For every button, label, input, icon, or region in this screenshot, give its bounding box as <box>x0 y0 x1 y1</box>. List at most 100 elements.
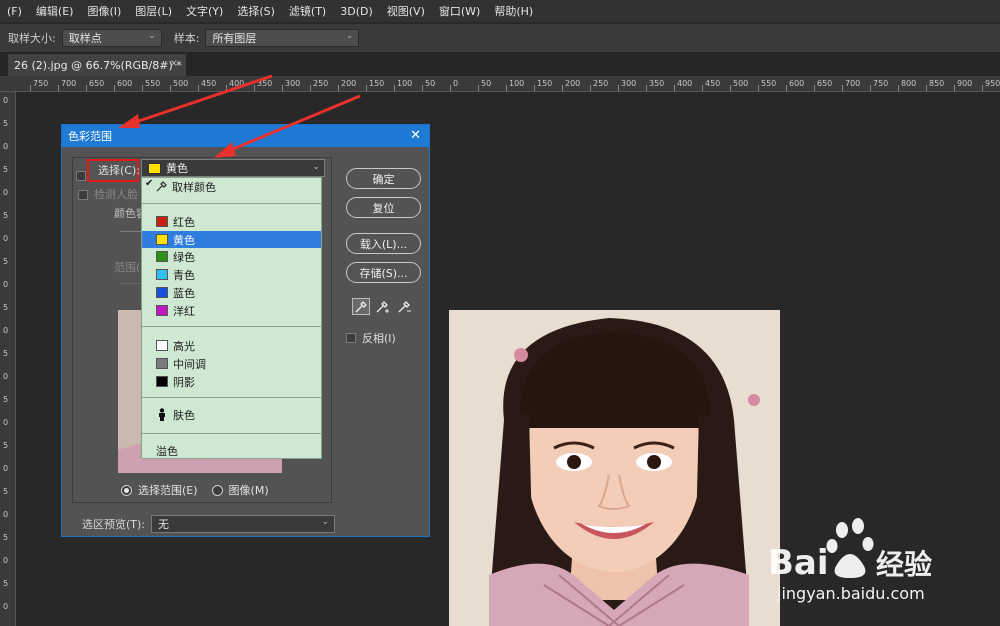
chevron-down-icon: ⌄ <box>345 31 354 41</box>
menu-item-midtones[interactable]: 中间调 <box>142 355 321 372</box>
detect-faces-checkbox[interactable]: 检测人脸 <box>78 186 138 202</box>
ruler-tick-label: 5 <box>3 349 9 358</box>
menu-item-reds[interactable]: 红色 <box>142 213 321 230</box>
ruler-tick-label: 750 <box>873 79 889 88</box>
menu-item[interactable]: 窗口(W) <box>432 3 487 19</box>
ruler-tick-label: 600 <box>117 79 133 88</box>
ruler-tick-label: 0 <box>3 188 9 197</box>
menu-item-magentas[interactable]: 洋红 <box>142 302 321 319</box>
ruler-tick <box>674 85 675 91</box>
ruler-tick <box>590 85 591 91</box>
ruler-tick-label: 5 <box>3 487 9 496</box>
sample-dropdown[interactable]: 所有图层 ⌄ <box>205 29 360 47</box>
select-dropdown[interactable]: 黄色 ⌄ <box>141 159 325 177</box>
ruler-tick-label: 250 <box>593 79 609 88</box>
image-radio-label: 图像(M) <box>228 484 269 497</box>
menu-item-greens[interactable]: 绿色 <box>142 248 321 265</box>
document-photo <box>449 310 780 626</box>
ruler-tick-label: 5 <box>3 395 9 404</box>
ruler-tick-label: 500 <box>173 79 189 88</box>
document-tab-title: 26 (2).jpg @ 66.7%(RGB/8#) * <box>14 58 182 72</box>
highlight-swatch <box>156 340 168 351</box>
menu-item-label: 洋红 <box>173 304 195 318</box>
ruler-tick <box>478 85 479 91</box>
yellow-swatch <box>156 234 168 245</box>
selection-radio[interactable] <box>121 484 132 496</box>
selection-preview-label: 选区预览(T): <box>82 518 146 531</box>
ruler-tick-label: 650 <box>817 79 833 88</box>
menu-item[interactable]: 选择(S) <box>230 3 282 19</box>
menu-item-label: 高光 <box>173 339 195 353</box>
image-radio[interactable] <box>211 484 223 496</box>
portrait-image <box>449 310 780 626</box>
ruler-tick-label: 200 <box>341 79 357 88</box>
menu-item[interactable]: 帮助(H) <box>487 3 540 19</box>
save-button[interactable]: 存储(S)... <box>346 262 421 283</box>
menu-item-shadows[interactable]: 阴影 <box>142 373 321 390</box>
ruler-tick <box>506 85 507 91</box>
ruler-tick-label: 50 <box>425 79 436 88</box>
sample-label: 样本: <box>173 32 200 45</box>
close-tab-icon[interactable]: × <box>170 58 178 69</box>
ruler-tick <box>86 85 87 91</box>
person-icon <box>159 408 165 421</box>
menu-item-highlights[interactable]: 高光 <box>142 337 321 354</box>
eyedropper-icon <box>156 181 167 192</box>
ruler-tick-label: 850 <box>929 79 945 88</box>
menu-item[interactable]: 图像(I) <box>80 3 128 19</box>
menu-item-label: 青色 <box>173 268 195 282</box>
ruler-tick <box>870 85 871 91</box>
ruler-tick-label: 100 <box>397 79 413 88</box>
green-swatch <box>156 251 168 262</box>
ruler-tick <box>842 85 843 91</box>
close-icon[interactable]: ✕ <box>410 128 421 143</box>
red-swatch <box>156 216 168 227</box>
fuzziness-slider[interactable] <box>120 231 142 232</box>
document-tab[interactable]: 26 (2).jpg @ 66.7%(RGB/8#) * × <box>8 54 186 76</box>
menu-item-cyans[interactable]: 青色 <box>142 266 321 283</box>
ruler-tick <box>254 85 255 91</box>
range-slider[interactable] <box>120 283 142 284</box>
ruler-tick <box>310 85 311 91</box>
invert-checkbox[interactable]: 反相(I) <box>346 330 396 346</box>
menu-item[interactable]: (F) <box>0 5 29 18</box>
ruler-tick <box>282 85 283 91</box>
ruler-tick-label: 0 <box>3 234 9 243</box>
eyedropper-icon[interactable] <box>352 298 370 315</box>
document-tab-strip: 26 (2).jpg @ 66.7%(RGB/8#) * × <box>0 52 1000 76</box>
menu-item-sampled-colors[interactable]: ✔ 取样颜色 <box>142 178 321 195</box>
ruler-tick-label: 0 <box>453 79 459 88</box>
dialog-title-bar[interactable]: 色彩范围 ✕ <box>62 125 429 147</box>
menu-item-label: 蓝色 <box>173 286 195 300</box>
blue-swatch <box>156 287 168 298</box>
reset-button[interactable]: 复位 <box>346 197 421 218</box>
ruler-tick <box>982 85 983 91</box>
menu-item-out-of-gamut[interactable]: 溢色 <box>142 442 321 459</box>
menu-item[interactable]: 文字(Y) <box>179 3 230 19</box>
color-select-menu: ✔ 取样颜色 红色 黄色 绿色 青色 蓝色 洋红 高光 中间调 阴影 肤色 溢色 <box>141 177 322 459</box>
menu-item[interactable]: 3D(D) <box>333 5 380 18</box>
checkmark-icon: ✔ <box>145 178 154 189</box>
eyedropper-subtract-icon[interactable] <box>396 298 414 315</box>
ruler-tick-label: 5 <box>3 441 9 450</box>
sample-size-dropdown[interactable]: 取样点 ⌄ <box>61 29 162 47</box>
ruler-tick-label: 350 <box>649 79 665 88</box>
ok-button[interactable]: 确定 <box>346 168 421 189</box>
cyan-swatch <box>156 269 168 280</box>
menu-item-skin-tones[interactable]: 肤色 <box>142 406 321 423</box>
selection-preview-dropdown[interactable]: 无 ⌄ <box>151 515 336 533</box>
menu-item-yellows[interactable]: 黄色 <box>142 231 321 248</box>
watermark-url: jingyan.baidu.com <box>777 584 925 603</box>
eyedropper-add-icon[interactable] <box>374 298 392 315</box>
ruler-tick-label: 500 <box>733 79 749 88</box>
menu-item[interactable]: 滤镜(T) <box>282 3 333 19</box>
ruler-tick <box>954 85 955 91</box>
ruler-tick-label: 200 <box>565 79 581 88</box>
menu-item[interactable]: 图层(L) <box>128 3 179 19</box>
menu-item-blues[interactable]: 蓝色 <box>142 284 321 301</box>
watermark-brand: Bai <box>768 543 829 583</box>
menu-item[interactable]: 编辑(E) <box>29 3 81 19</box>
load-button[interactable]: 载入(L)... <box>346 233 421 254</box>
menu-item[interactable]: 视图(V) <box>380 3 432 19</box>
shadow-swatch <box>156 376 168 387</box>
